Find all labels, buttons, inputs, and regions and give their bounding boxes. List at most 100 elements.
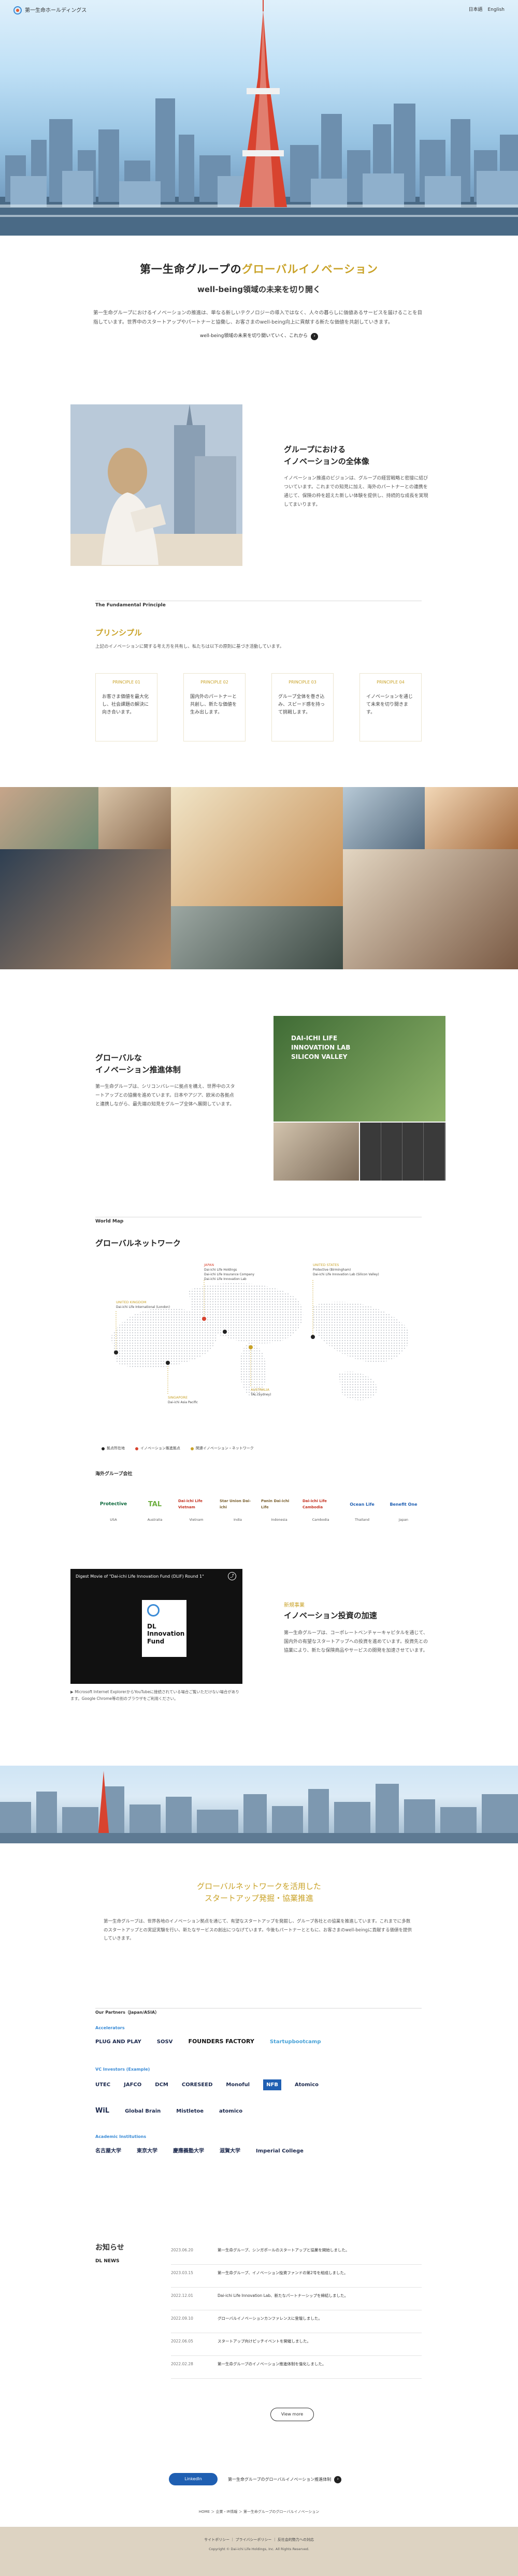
partner-logo[interactable]: NFB — [263, 2079, 281, 2090]
city-skyline-band — [0, 1766, 518, 1843]
site-logo[interactable]: 第一生命ホールディングス — [13, 6, 87, 15]
partner-logo[interactable]: PLUG AND PLAY — [95, 2037, 141, 2046]
principle-title: プリンシプル — [95, 628, 142, 637]
news-item[interactable]: 2023.06.20 第一生命グループ、シンガポールのスタートアップと協業を開始し… — [171, 2242, 422, 2265]
fund-kicker: 新規事業 — [284, 1603, 305, 1608]
partner-logo[interactable]: Benefit One — [385, 1497, 422, 1512]
partner-logo[interactable]: Protective — [95, 1497, 132, 1512]
partner-logo[interactable]: Imperial College — [256, 2147, 304, 2156]
video-player[interactable]: Digest Movie of "Dai-ichi Life Innovatio… — [70, 1569, 242, 1684]
overview-title: グループにおける イノベーションの全体像 — [284, 445, 369, 466]
video-caption: ▶ Microsoft Internet ExplorerからYouTubeに接… — [70, 1690, 239, 1701]
partner-logo[interactable]: DCM — [155, 2080, 168, 2089]
group-innovation-link[interactable]: 第一生命グループのグローバルイノベーション推進体制 › — [228, 2476, 342, 2483]
news-item[interactable]: 2023.03.15 第一生命グループ、イノベーション投資ファンドの第2号を組成し… — [171, 2265, 422, 2288]
partner-logo[interactable]: SOSV — [157, 2037, 173, 2046]
partner-logo[interactable]: Global Brain — [125, 2107, 161, 2116]
partners-head: Our Partners（Japan/ASIA） — [95, 2010, 160, 2015]
fund-logo: DL Innovation Fund — [142, 1600, 186, 1657]
startup-title: グローバルネットワークを活用した スタートアップ発掘・協業推進 — [197, 1882, 321, 1903]
arrow-right-icon: › — [334, 2476, 342, 2483]
partner-logo[interactable]: Atomico — [295, 2080, 319, 2089]
partner-logo[interactable]: Star Union Dai-ichi — [220, 1497, 256, 1512]
map-legend: 拠点所在地 イノベーション推進拠点 関連イノベーション・ネットワーク — [102, 1446, 254, 1452]
principle-card: PRINCIPLE 01 お客さま価値を最大化し、社会課題の解決に向き合います。 — [95, 673, 157, 741]
innovation-lab-photos: DAI-ICHI LIFE INNOVATION LAB SILICON VAL… — [274, 1016, 445, 1181]
divider — [95, 2008, 422, 2009]
news-tag: DL NEWS — [95, 2259, 120, 2264]
copyright: Copyright © Dai-ichi Life Holdings, Inc.… — [209, 2546, 309, 2551]
partners-label: 海外グループ会社 — [95, 1472, 133, 1477]
news-item[interactable]: 2022.09.10 グローバルイノベーションカンファレンスに登壇しました。 — [171, 2310, 422, 2333]
linkedin-button[interactable]: LinkedIn — [169, 2473, 218, 2485]
intro-body: 第一生命グループにおけるイノベーションの推進は、単なる新しいテクノロジーの導入で… — [93, 310, 423, 326]
map-pin-icon — [223, 1330, 227, 1334]
principle-label: The Fundamental Principle — [95, 603, 166, 608]
header-links: 日本語 English — [468, 6, 505, 14]
partner-logo[interactable]: TAL — [137, 1497, 173, 1512]
startup-body: 第一生命グループは、世界各地のイノベーション拠点を通じて、有望なスタートアップを… — [104, 1919, 412, 1942]
partner-logo[interactable]: WiL — [95, 2105, 109, 2117]
photo-tile — [0, 787, 98, 849]
partner-logo[interactable]: CORESEED — [182, 2080, 213, 2089]
photo-tile — [98, 787, 171, 849]
page: 第一生命ホールディングス 日本語 English 第一生命グループのグローバルイ… — [0, 0, 518, 2576]
map-pin-icon — [249, 1345, 253, 1349]
language-link-en[interactable]: English — [488, 6, 505, 14]
network-title: グローバルネットワーク — [95, 1239, 181, 1248]
photo-tile — [171, 906, 343, 969]
intro-section: 第一生命グループのグローバルイノベーション well-being領域の未来を切り… — [0, 236, 518, 401]
principle-section: The Fundamental Principle プリンシプル 上記のイノベー… — [0, 595, 518, 782]
partner-logo[interactable]: atomico — [219, 2107, 242, 2116]
startup-section: グローバルネットワークを活用した スタートアップ発掘・協業推進 第一生命グループ… — [0, 1843, 518, 1999]
intro-link[interactable]: well-being領域の未来を切り開いていく、これから › — [200, 332, 319, 340]
partner-logo[interactable]: 名古屋大学 — [95, 2147, 121, 2156]
principle-lead: 上記のイノベーションに関する考え方を共有し、私たちは以下の原則に基づき活動してい… — [95, 644, 284, 649]
partner-logo[interactable]: Ocean Life — [344, 1497, 380, 1512]
news-item[interactable]: 2022.02.28 第一生命グループのイノベーション推進体制を強化しました。 — [171, 2356, 422, 2379]
tokyo-tower-illustration — [239, 0, 287, 207]
people-photo-mosaic — [0, 787, 518, 969]
fund-section: Digest Movie of "Dai-ichi Life Innovatio… — [0, 1559, 518, 1724]
news-section: お知らせ DL NEWS 2023.06.20 第一生命グループ、シンガポールのス… — [0, 2242, 518, 2439]
partner-logo[interactable]: Panin Dai-ichi Life — [261, 1497, 297, 1512]
region-item: Dai-ichi Life Innovation Lab (Silicon Va… — [313, 1273, 379, 1276]
footer-links[interactable]: サイトポリシー ｜ プライバシーポリシー ｜ 反社会的勢力への対応 — [0, 2537, 518, 2543]
partner-logo[interactable]: 慶應義塾大学 — [173, 2147, 204, 2156]
partner-logo[interactable]: 滋賀大学 — [220, 2147, 240, 2156]
principle-card: PRINCIPLE 02 国内外のパートナーと共創し、新たな価値を生み出します。 — [183, 673, 246, 741]
map-pin-icon — [202, 1317, 206, 1321]
promotion-text: グローバルな イノベーション推進体制 第一生命グループは、シリコンバレーに拠点を… — [95, 1052, 235, 1109]
view-more-button[interactable]: View more — [270, 2408, 314, 2421]
tokyo-skyline-illustration — [0, 0, 518, 236]
photo-tile — [343, 787, 425, 849]
map-pin-icon — [166, 1361, 170, 1365]
legend-item: 拠点所在地 — [102, 1446, 125, 1452]
news-item[interactable]: 2022.06.05 スタートアップ向けピッチイベントを開催しました。 — [171, 2333, 422, 2356]
map-pin-icon — [114, 1350, 118, 1355]
partner-logo[interactable]: Dai-ichi Life Vietnam — [178, 1497, 214, 1512]
video-conference-photo — [360, 1123, 445, 1181]
share-icon[interactable]: ⤴ — [228, 1572, 236, 1580]
overview-photo — [70, 404, 242, 566]
partner-logo[interactable]: Mistletoe — [176, 2107, 204, 2116]
page-title: 第一生命グループのグローバルイノベーション — [139, 263, 379, 275]
meeting-photo — [274, 1123, 359, 1181]
partner-logo[interactable]: Dai-ichi Life Cambodia — [303, 1497, 339, 1512]
promotion-title: グローバルな イノベーション推進体制 — [95, 1053, 181, 1074]
partner-logos-section: Our Partners（Japan/ASIA） Accelerators PL… — [0, 2004, 518, 2263]
partner-logo[interactable]: UTEC — [95, 2080, 110, 2089]
language-link-ja[interactable]: 日本語 — [468, 6, 482, 14]
fund-text: 新規事業 イノベーション投資の加速 第一生命グループは、コーポレートベンチャーキ… — [284, 1601, 429, 1655]
dai-ichi-logo-icon — [13, 6, 22, 14]
news-item[interactable]: 2022.12.01 Dai-ichi Life Innovation Lab、新… — [171, 2288, 422, 2310]
photo-tile — [171, 787, 343, 906]
map-pin-icon — [311, 1335, 315, 1339]
partner-logo[interactable]: FOUNDERS FACTORY — [188, 2037, 254, 2047]
partner-logo[interactable]: JAFCO — [124, 2080, 141, 2089]
fund-title: イノベーション投資の加速 — [284, 1611, 377, 1620]
partner-logo[interactable]: 東京大学 — [137, 2147, 157, 2156]
partner-logo[interactable]: Startupbootcamp — [270, 2037, 321, 2046]
fund-body: 第一生命グループは、コーポレートベンチャーキャピタルを通じて、国内外の有望なスタ… — [284, 1630, 428, 1653]
partner-logo[interactable]: Monoful — [226, 2080, 250, 2089]
